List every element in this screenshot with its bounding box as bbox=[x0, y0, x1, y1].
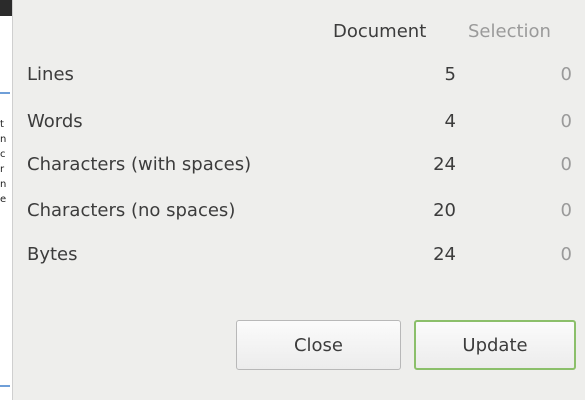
stat-row-lines: Lines 5 0 bbox=[13, 60, 585, 90]
background-text-fragment: e bbox=[0, 194, 7, 205]
document-value: 24 bbox=[433, 244, 456, 265]
background-text-fragment: r bbox=[0, 164, 5, 175]
word-count-dialog: Document Selection Lines 5 0 Words 4 0 C… bbox=[12, 0, 585, 400]
background-text-fragment: t bbox=[0, 119, 4, 130]
selection-value: 0 bbox=[560, 244, 572, 265]
background-text-fragment: n bbox=[0, 134, 7, 145]
background-text-fragment: n bbox=[0, 179, 7, 190]
background-document: t n c r n e bbox=[0, 0, 12, 400]
stat-label: Lines bbox=[27, 64, 74, 85]
stat-row-bytes: Bytes 24 0 bbox=[13, 240, 585, 270]
background-text-fragment: c bbox=[0, 149, 6, 160]
document-column-header: Document bbox=[333, 21, 427, 42]
selection-value: 0 bbox=[560, 111, 572, 132]
selection-column-header: Selection bbox=[468, 21, 551, 42]
stat-label: Bytes bbox=[27, 244, 78, 265]
stat-row-characters-with-spaces: Characters (with spaces) 24 0 bbox=[13, 150, 585, 180]
document-value: 5 bbox=[444, 64, 456, 85]
selection-value: 0 bbox=[560, 64, 572, 85]
selection-value: 0 bbox=[560, 200, 572, 221]
stat-row-characters-no-spaces: Characters (no spaces) 20 0 bbox=[13, 196, 585, 226]
stat-row-words: Words 4 0 bbox=[13, 107, 585, 137]
document-value: 4 bbox=[444, 111, 456, 132]
background-link-underline bbox=[0, 92, 10, 94]
update-button[interactable]: Update bbox=[414, 320, 576, 370]
background-link-underline bbox=[0, 385, 10, 387]
stat-label: Words bbox=[27, 111, 83, 132]
close-button[interactable]: Close bbox=[236, 320, 401, 370]
document-value: 24 bbox=[433, 154, 456, 175]
document-value: 20 bbox=[433, 200, 456, 221]
stat-label: Characters (with spaces) bbox=[27, 154, 252, 175]
stat-label: Characters (no spaces) bbox=[27, 200, 236, 221]
background-titlebar bbox=[0, 0, 12, 16]
selection-value: 0 bbox=[560, 154, 572, 175]
